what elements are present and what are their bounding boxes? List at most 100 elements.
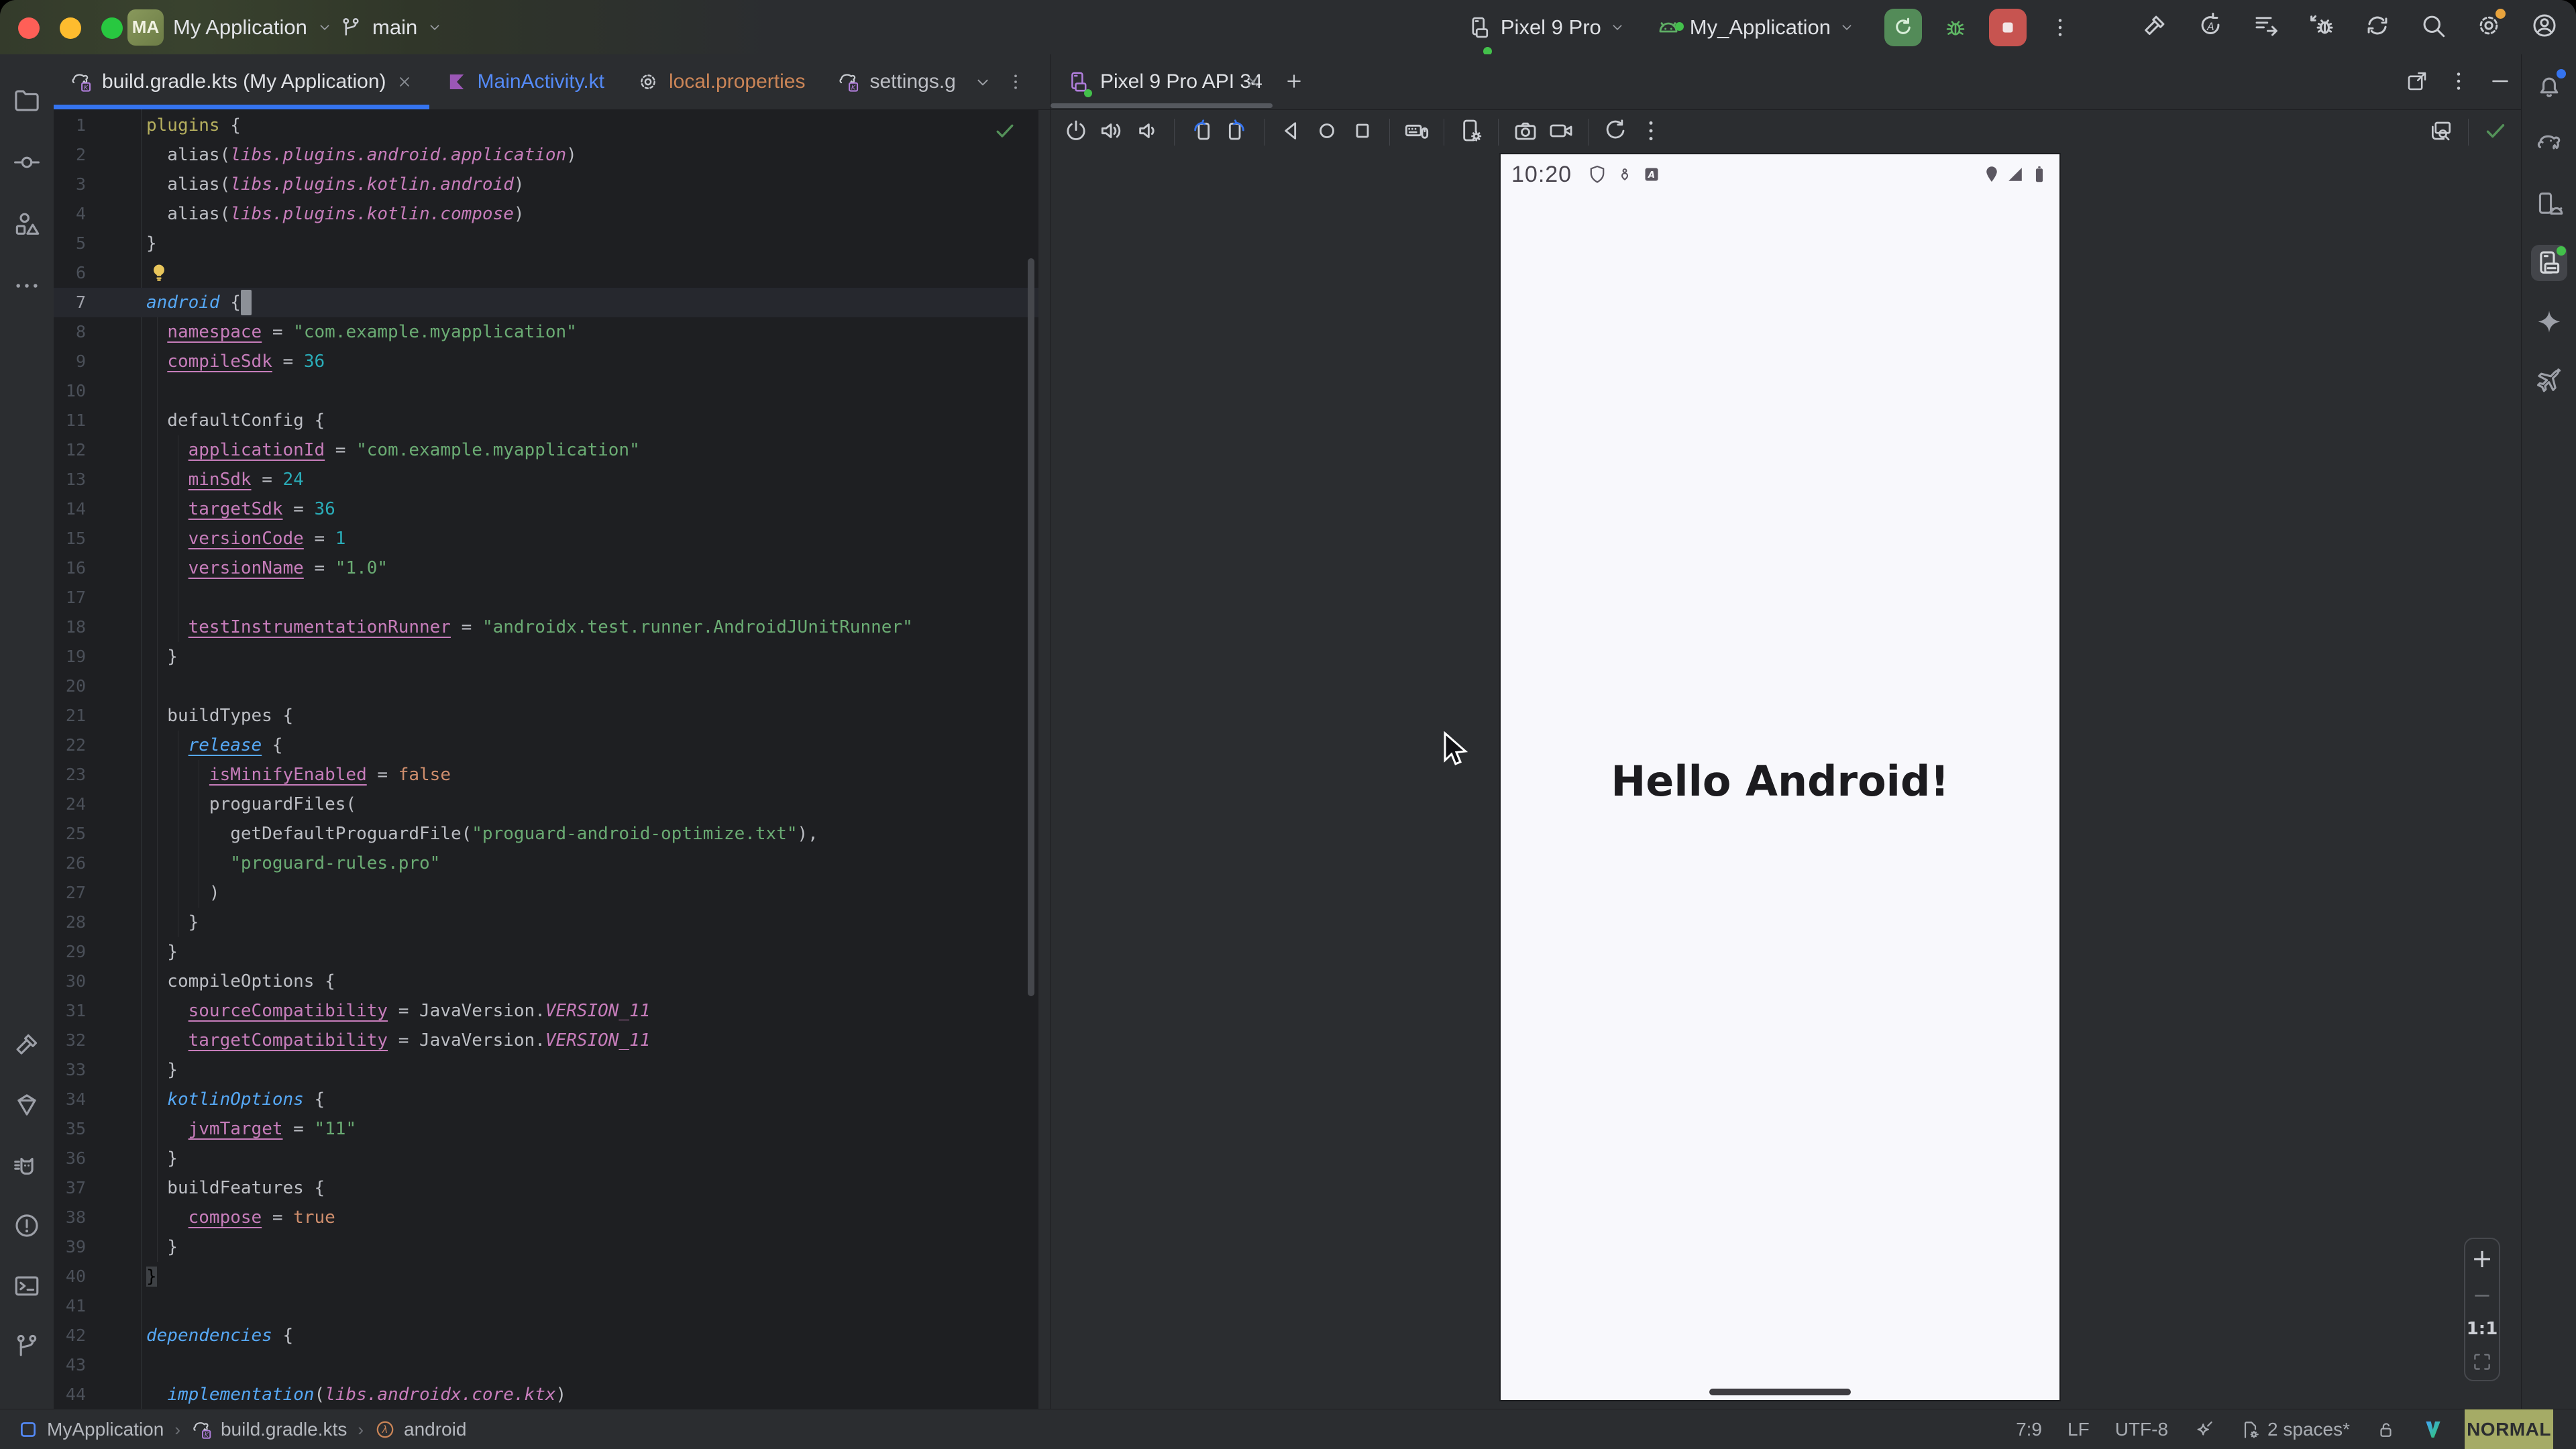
tab-options-icon[interactable]: [1006, 72, 1026, 92]
tool-window-logcat[interactable]: [9, 1147, 45, 1183]
code-line-11[interactable]: 11 defaultConfig {: [54, 406, 1038, 435]
code-line-7[interactable]: 7android {: [54, 288, 1038, 317]
breadcrumb-build.gradle.kts[interactable]: Kbuild.gradle.kts: [191, 1419, 347, 1440]
code-line-14[interactable]: 14 targetSdk = 36: [54, 494, 1038, 524]
screenshot-button[interactable]: [1512, 117, 1539, 148]
code-line-25[interactable]: 25 getDefaultProguardFile("proguard-andr…: [54, 819, 1038, 849]
code-line-15[interactable]: 15 versionCode = 1: [54, 524, 1038, 553]
code-line-34[interactable]: 34 kotlinOptions {: [54, 1085, 1038, 1114]
editor-scrollbar[interactable]: [1028, 258, 1034, 996]
code-line-29[interactable]: 29 }: [54, 937, 1038, 967]
code-line-32[interactable]: 32 targetCompatibility = JavaVersion.VER…: [54, 1026, 1038, 1055]
intention-bulb-icon[interactable]: [148, 262, 170, 284]
power-button[interactable]: [1063, 117, 1089, 148]
overview-button[interactable]: [1349, 117, 1376, 148]
code-line-31[interactable]: 31 sourceCompatibility = JavaVersion.VER…: [54, 996, 1038, 1026]
tool-window-version-control[interactable]: [9, 1328, 45, 1364]
tool-window-app-quality-insights[interactable]: [9, 1087, 45, 1123]
tool-window-resource-manager[interactable]: [9, 206, 45, 242]
tool-window-device-manager[interactable]: [2531, 186, 2567, 222]
hide-panel-button[interactable]: [2488, 69, 2512, 97]
status-ideavim[interactable]: [2422, 1418, 2445, 1441]
breadcrumb-android[interactable]: λandroid: [374, 1419, 466, 1440]
code-line-40[interactable]: 40}: [54, 1262, 1038, 1291]
tool-window-commit[interactable]: [9, 144, 45, 180]
inspections-ok-icon[interactable]: [993, 119, 1017, 143]
reset-button[interactable]: [1602, 117, 1629, 148]
volume-up-button[interactable]: [1098, 117, 1125, 148]
device-settings-button[interactable]: [1458, 117, 1485, 148]
code-line-9[interactable]: 9 compileSdk = 36: [54, 347, 1038, 376]
ui-check-button[interactable]: [2428, 118, 2454, 147]
rotate-left-button[interactable]: [1188, 117, 1215, 148]
breadcrumb-MyApplication[interactable]: MyApplication: [17, 1419, 164, 1440]
zoom-in-button[interactable]: +: [2471, 1246, 2493, 1271]
code-line-18[interactable]: 18 testInstrumentationRunner = "androidx…: [54, 612, 1038, 642]
code-line-21[interactable]: 21 buildTypes {: [54, 701, 1038, 731]
profile-button[interactable]: [2530, 11, 2559, 43]
code-line-27[interactable]: 27 ): [54, 878, 1038, 908]
close-window-button[interactable]: [18, 17, 40, 39]
zoom-window-button[interactable]: [101, 17, 123, 39]
screen-record-button[interactable]: [1548, 117, 1574, 148]
build-button[interactable]: [2141, 11, 2169, 43]
settings-button[interactable]: [2475, 11, 2503, 43]
tool-window-gradle[interactable]: [2531, 127, 2567, 163]
code-line-4[interactable]: 4 alias(libs.plugins.kotlin.compose): [54, 199, 1038, 229]
more-panel-options-button[interactable]: [2447, 69, 2471, 97]
code-line-17[interactable]: 17: [54, 583, 1038, 612]
home-button[interactable]: [1313, 117, 1340, 148]
volume-down-button[interactable]: [1134, 117, 1161, 148]
editor-tab-settings.g[interactable]: Ksettings.g: [821, 54, 971, 109]
code-line-22[interactable]: 22 release {: [54, 731, 1038, 760]
code-line-43[interactable]: 43: [54, 1350, 1038, 1380]
tool-window-project[interactable]: [9, 83, 45, 119]
close-device-tab-icon[interactable]: [1244, 72, 1262, 91]
code-line-1[interactable]: 1plugins {: [54, 111, 1038, 140]
status-caret-position[interactable]: 7:9: [2016, 1419, 2042, 1440]
branch-widget[interactable]: main: [339, 0, 443, 54]
status-indentation[interactable]: 2 spaces*: [2240, 1419, 2350, 1440]
zoom-out-button[interactable]: −: [2473, 1284, 2492, 1307]
actual-size-button[interactable]: 1:1: [2467, 1320, 2498, 1338]
code-line-26[interactable]: 26 "proguard-rules.pro": [54, 849, 1038, 878]
rotate-right-button[interactable]: [1224, 117, 1250, 148]
code-line-16[interactable]: 16 versionName = "1.0": [54, 553, 1038, 583]
code-line-41[interactable]: 41: [54, 1291, 1038, 1321]
code-line-38[interactable]: 38 compose = true: [54, 1203, 1038, 1232]
tool-window-running-devices[interactable]: [2531, 245, 2567, 281]
rerun-button[interactable]: [1884, 9, 1922, 46]
code-line-23[interactable]: 23 isMinifyEnabled = false: [54, 760, 1038, 790]
minimize-window-button[interactable]: [60, 17, 81, 39]
editor-tab-build.gradle.kts[interactable]: Kbuild.gradle.kts (My Application): [54, 54, 429, 109]
status-file-lock[interactable]: [2375, 1419, 2396, 1440]
code-editor[interactable]: 1plugins {2 alias(libs.plugins.android.a…: [54, 109, 1038, 1409]
apply-code-changes-button[interactable]: [2252, 11, 2280, 43]
code-line-13[interactable]: 13 minSdk = 24: [54, 465, 1038, 494]
hardware-input-button[interactable]: [1403, 117, 1430, 148]
code-line-24[interactable]: 24 proguardFiles(: [54, 790, 1038, 819]
project-widget[interactable]: MA My Application: [127, 0, 333, 54]
apply-changes-button[interactable]: A: [2196, 11, 2224, 43]
tool-window-airplane[interactable]: [2531, 363, 2567, 399]
more-run-options-button[interactable]: [2041, 9, 2079, 46]
open-in-new-window-button[interactable]: [2405, 69, 2429, 97]
status-ai-assistant[interactable]: [2194, 1419, 2214, 1440]
attach-debugger-button[interactable]: [2308, 11, 2336, 43]
code-line-30[interactable]: 30 compileOptions {: [54, 967, 1038, 996]
sync-gradle-button[interactable]: [2363, 11, 2392, 43]
fit-to-window-icon[interactable]: [2471, 1350, 2493, 1373]
add-device-tab-icon[interactable]: [1284, 71, 1304, 91]
tool-window-terminal[interactable]: [9, 1268, 45, 1304]
code-line-6[interactable]: 6: [54, 258, 1038, 288]
code-line-12[interactable]: 12 applicationId = "com.example.myapplic…: [54, 435, 1038, 465]
tool-window-gemini[interactable]: [2531, 304, 2567, 340]
device-tab[interactable]: Pixel 9 Pro API 34: [1067, 54, 1263, 109]
debug-button[interactable]: [1937, 9, 1974, 46]
code-line-10[interactable]: 10: [54, 376, 1038, 406]
tool-window-build[interactable]: [9, 1026, 45, 1063]
code-line-36[interactable]: 36 }: [54, 1144, 1038, 1173]
code-line-39[interactable]: 39 }: [54, 1232, 1038, 1262]
code-line-19[interactable]: 19 }: [54, 642, 1038, 672]
status-line-ending[interactable]: LF: [2068, 1419, 2090, 1440]
